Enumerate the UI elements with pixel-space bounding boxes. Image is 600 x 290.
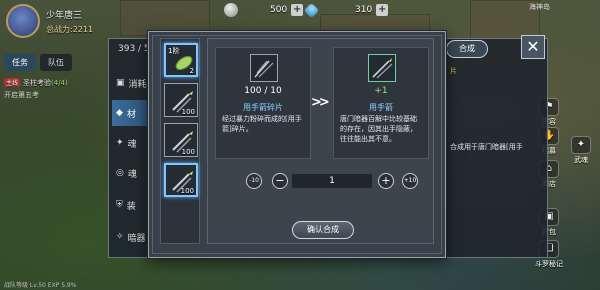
material-icon: ◆	[116, 108, 123, 118]
material-list: 1阶 2 100 100 100	[160, 38, 200, 244]
source-desc: 经过暴力粉碎而成的[用手箭]碎片。	[222, 115, 302, 133]
menu-soul[interactable]: ✦ 武魂	[568, 136, 594, 165]
coin-value: 500	[270, 5, 288, 15]
target-desc: 唐门暗器百解中比较基础的存在，因其出手隐蔽，往往能出其不意。	[340, 115, 417, 143]
close-icon: ✕	[526, 37, 540, 56]
soul-icon: ✦	[116, 138, 124, 148]
list-item[interactable]: 100	[164, 83, 198, 117]
map-label: 海神岛	[529, 3, 550, 11]
dart-icon	[372, 58, 393, 79]
list-item[interactable]: 100	[164, 123, 198, 157]
gem-counter: 310 +	[303, 2, 389, 18]
gem-icon	[303, 2, 320, 18]
bag-icon: ▣	[116, 78, 125, 88]
target-item-box: +1 用手箭 唐门暗器百解中比较基础的存在，因其出手隐蔽，往往能出其不意。	[333, 47, 429, 159]
coin-icon	[224, 3, 238, 17]
list-item-selected[interactable]: 100	[164, 163, 198, 197]
team-level-bar: 战队等级 Lv.50 EXP 5.9%	[4, 282, 77, 289]
minus-button[interactable]: −	[272, 173, 288, 189]
compose-panel: 100 / 10 用手箭碎片 经过暴力粉碎而成的[用手箭]碎片。 >> +1 用…	[207, 38, 434, 244]
target-name: 用手箭	[369, 103, 393, 112]
coin-counter: 500 +	[224, 2, 304, 18]
dart-fragment-icon	[254, 60, 274, 78]
item-qty: 100	[181, 108, 195, 116]
source-item-slot[interactable]	[250, 54, 278, 82]
bag-compose-button[interactable]: 合成	[446, 40, 488, 58]
tab-task[interactable]: 任务	[4, 54, 36, 71]
player-avatar[interactable]	[6, 4, 40, 38]
player-power: 总战力:2211	[46, 25, 94, 34]
add-gem-button[interactable]: +	[376, 4, 389, 16]
quantity-input[interactable]: 1	[292, 174, 372, 188]
add-coin-button[interactable]: +	[291, 4, 304, 16]
confirm-compose-button[interactable]: 确认合成	[292, 221, 354, 239]
compose-dialog: 1阶 2 100 100 100 100 / 10 用手箭碎片 经过暴力粉碎而成…	[148, 31, 446, 258]
player-name: 少年唐三	[46, 11, 83, 21]
item-qty: 2	[189, 67, 194, 75]
gem-value: 310	[355, 5, 373, 15]
minus-ten-button[interactable]: -10	[246, 173, 262, 189]
bag-item-note: 片	[450, 67, 457, 75]
item-qty: 100	[181, 148, 195, 156]
tab-team[interactable]: 队伍	[40, 54, 72, 71]
quantity-stepper: -10 − 1 + +10	[208, 173, 433, 189]
quest-tag: 主线	[4, 78, 21, 87]
bag-item-desc: 合成用于唐门暗器[用手	[450, 143, 523, 151]
plus-button[interactable]: +	[378, 173, 394, 189]
ring-icon: ◎	[116, 168, 124, 178]
list-item[interactable]: 1阶 2	[164, 43, 198, 77]
source-item-box: 100 / 10 用手箭碎片 经过暴力粉碎而成的[用手箭]碎片。	[215, 47, 311, 159]
quest-next: 开启第五考	[4, 91, 39, 99]
item-qty: 100	[180, 187, 194, 195]
quest-item[interactable]: 主线 圣柱考验(4/4)	[4, 78, 68, 88]
bag-capacity: 393 / 5	[118, 44, 150, 54]
left-panel-tabs: 任务 队伍	[4, 54, 72, 71]
quest-progress: (4/4)	[51, 79, 68, 87]
plus-ten-button[interactable]: +10	[402, 173, 418, 189]
soul-icon: ✦	[571, 136, 591, 154]
close-button[interactable]: ✕	[521, 35, 545, 59]
target-count: +1	[374, 86, 388, 96]
source-count: 100 / 10	[244, 86, 282, 96]
source-name: 用手箭碎片	[243, 103, 283, 112]
shield-icon: ⛨	[116, 200, 123, 210]
quest-title: 圣柱考验	[23, 79, 52, 87]
star-icon: ✧	[116, 232, 124, 242]
compose-arrow-icon: >>	[311, 95, 330, 110]
target-item-slot[interactable]	[368, 54, 396, 82]
